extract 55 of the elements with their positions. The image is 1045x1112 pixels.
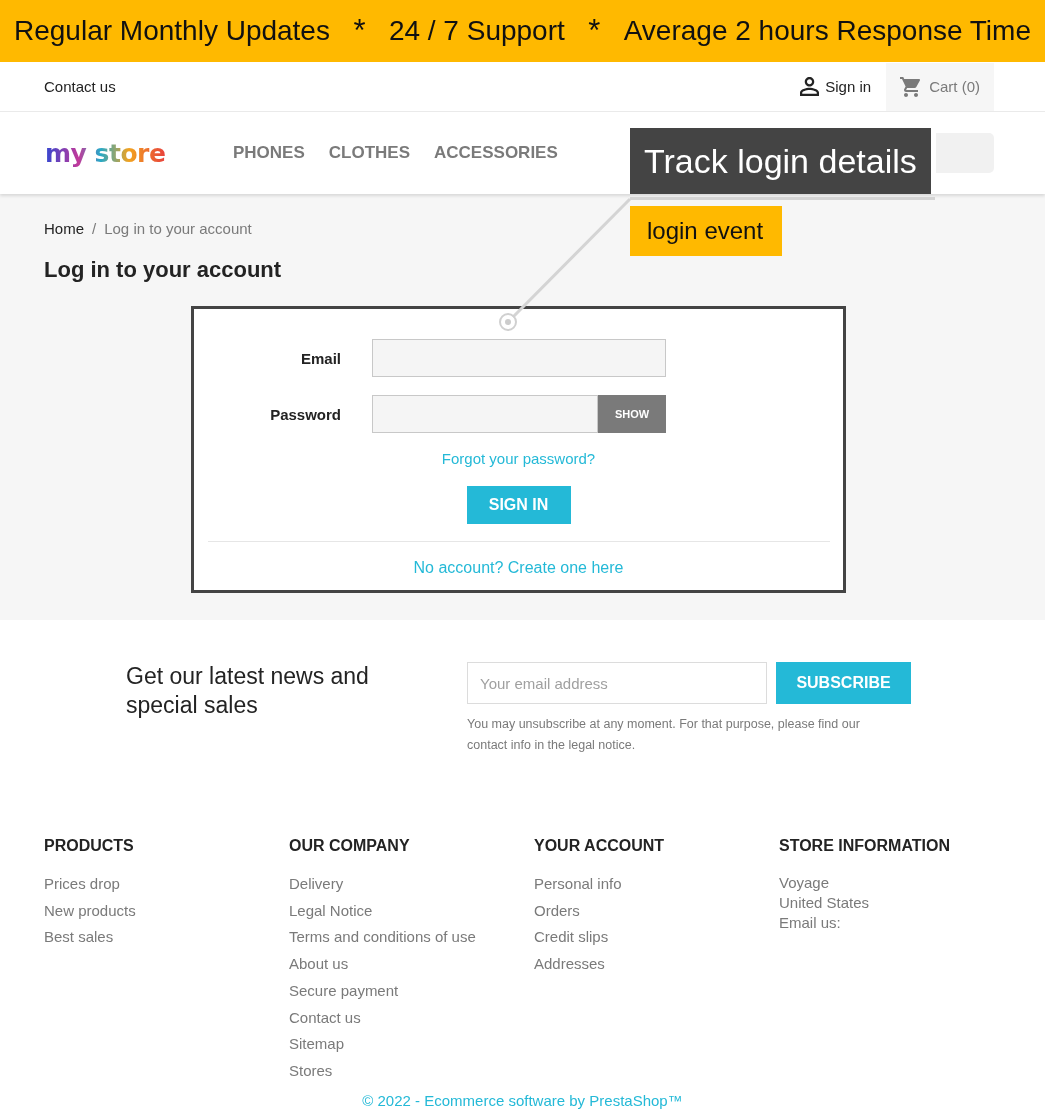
target-ring-icon [499,313,517,331]
newsletter-email-field[interactable]: Your email address [467,662,767,704]
newsletter-note: You may unsubscribe at any moment. For that purpose, please find our contact info in the legal notice. [467,716,861,754]
footer-link[interactable]: Sitemap [289,1031,345,1058]
forgot-password-link[interactable]: Forgot your password? [441,449,596,469]
callout-label: Track login details [630,128,931,194]
menu-link[interactable]: CLOTHES [328,143,411,163]
breadcrumb-current: Log in to your account [104,219,252,239]
breadcrumb-link[interactable]: Home [44,219,84,239]
banner-text: Average 2 hours Response Time [623,15,1031,47]
footer-link[interactable]: Orders [534,897,580,925]
field-label: Email [300,349,341,367]
email-field[interactable] [372,339,666,377]
footer-link[interactable]: Prices drop [44,871,120,898]
footer-link[interactable]: Personal info [534,871,622,898]
menu-link[interactable]: ACCESSORIES [434,143,558,163]
footer-link[interactable]: Contact us [289,1004,361,1032]
contact-link[interactable]: Contact us [44,78,116,95]
sign-in-button[interactable]: SIGN IN [466,486,571,524]
copyright-link[interactable]: © 2022 - Ecommerce software by PrestaShop™ [362,1091,683,1109]
banner-text: 24 / 7 Support [388,15,565,47]
footer-link[interactable]: Terms and conditions of use [289,924,476,952]
menu-link[interactable]: PHONES [233,143,305,163]
footer-link[interactable]: About us [289,951,349,978]
footer-link[interactable]: New products [44,897,136,925]
store-info-line: United States [779,893,870,913]
cart-icon [900,76,923,97]
footer-heading: YOUR ACCOUNT [534,837,665,855]
footer-link[interactable]: Legal Notice [289,897,373,925]
footer-heading: STORE INFORMATION [779,837,950,855]
footer-link[interactable]: Secure payment [289,977,399,1005]
event-tag: login event [630,206,783,256]
footer-link[interactable]: Delivery [289,871,344,898]
store-info-line: Voyage [779,873,830,893]
store-info-line: Email us: [779,913,841,933]
password-field[interactable] [372,395,598,433]
footer-link[interactable]: Stores [289,1057,333,1085]
cart-button[interactable]: Cart (0) [886,62,994,111]
field-label: Password [270,405,341,423]
newsletter-heading: Get our latest news and special sales [126,662,370,720]
footer-link[interactable]: Best sales [44,924,114,952]
subscribe-button[interactable]: SUBSCRIBE [776,662,911,704]
footer-link[interactable]: Credit slips [534,924,609,952]
footer-heading: OUR COMPANY [289,837,410,855]
banner-separator: * [588,13,601,49]
page-title: Log in to your account [44,256,282,284]
user-icon [800,77,820,96]
create-account-link[interactable]: No account? Create one here [413,558,624,578]
show-password-button[interactable]: SHOW [598,395,666,433]
banner-separator: * [353,13,366,49]
footer-heading: PRODUCTS [44,837,134,855]
footer-link[interactable]: Addresses [534,951,605,978]
sign-in-link[interactable]: Sign in [800,77,872,96]
breadcrumb-separator: / [92,219,97,239]
banner-text: Regular Monthly Updates [14,15,330,47]
